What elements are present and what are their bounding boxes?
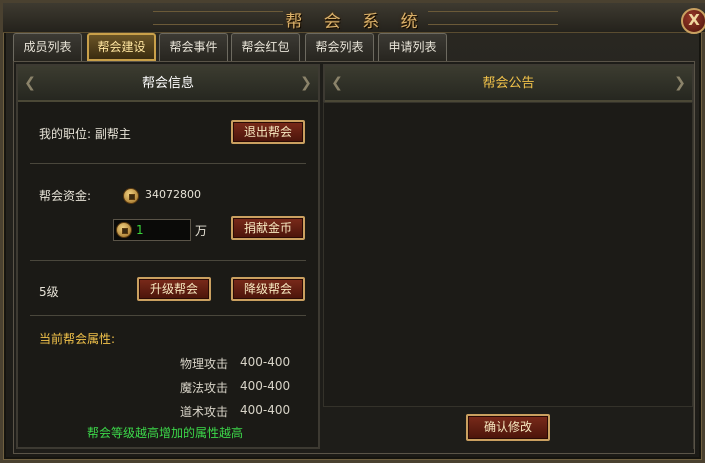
divider [30,315,306,316]
tab-application-list[interactable]: 申请列表 [378,33,447,61]
funds-label: 帮会资金: [39,189,92,203]
header-ornament-right-icon: ❯ [674,75,686,91]
header-ornament-left-icon: ❮ [24,75,36,91]
notice-text-area[interactable] [323,102,693,407]
title-bar[interactable]: 帮 会 系 统 [3,3,705,33]
close-button[interactable]: X [681,8,705,34]
header-ornament-right-icon: ❯ [300,75,312,91]
header-ornament-left-icon: ❮ [331,75,343,91]
attribute-value: 400-400 [240,355,291,369]
divider [30,260,306,261]
attribute-name: 物理攻击 [180,357,229,371]
guild-info-header: ❮ 帮会信息 ❯ [18,66,318,102]
funds-value: 34072800 [145,188,201,201]
attribute-value: 400-400 [240,379,291,393]
attribute-name: 道术攻击 [180,405,229,419]
tab-guild-red-packet[interactable]: 帮会红包 [231,33,300,61]
tab-guild-events[interactable]: 帮会事件 [159,33,228,61]
divider [30,163,306,164]
donate-unit: 万 [195,224,208,238]
attribute-name: 魔法攻击 [180,381,229,395]
close-icon: X [688,11,700,29]
donate-amount-field[interactable] [113,219,191,241]
confirm-edit-button[interactable]: 确认修改 [466,414,550,441]
guild-info-title: 帮会信息 [141,76,194,91]
window-title: 帮 会 系 统 [285,12,426,32]
downgrade-guild-button[interactable]: 降级帮会 [231,277,305,301]
coin-icon [116,222,132,238]
attributes-title: 当前帮会属性: [39,332,116,346]
tab-member-list[interactable]: 成员列表 [13,33,82,61]
guild-notice-title: 帮会公告 [482,76,535,91]
title-ornament-right [428,11,558,25]
upgrade-guild-button[interactable]: 升级帮会 [137,277,211,301]
tab-guild-build[interactable]: 帮会建设 [87,33,156,61]
quit-guild-button[interactable]: 退出帮会 [231,120,305,144]
tab-guild-list[interactable]: 帮会列表 [305,33,374,61]
guild-level: 5级 [39,285,59,299]
donate-gold-button[interactable]: 捐献金币 [231,216,305,240]
attribute-row: 魔法攻击 400-400 [180,379,310,396]
guild-notice-header: ❮ 帮会公告 ❯ [325,66,692,102]
attribute-row: 道术攻击 400-400 [180,403,310,420]
attribute-row: 物理攻击 400-400 [180,355,310,372]
coin-icon [123,188,139,204]
attribute-value: 400-400 [240,403,291,417]
attributes-hint: 帮会等级越高增加的属性越高 [87,426,244,440]
position-label: 我的职位: 副帮主 [39,127,131,141]
donate-amount-input[interactable] [136,222,188,238]
